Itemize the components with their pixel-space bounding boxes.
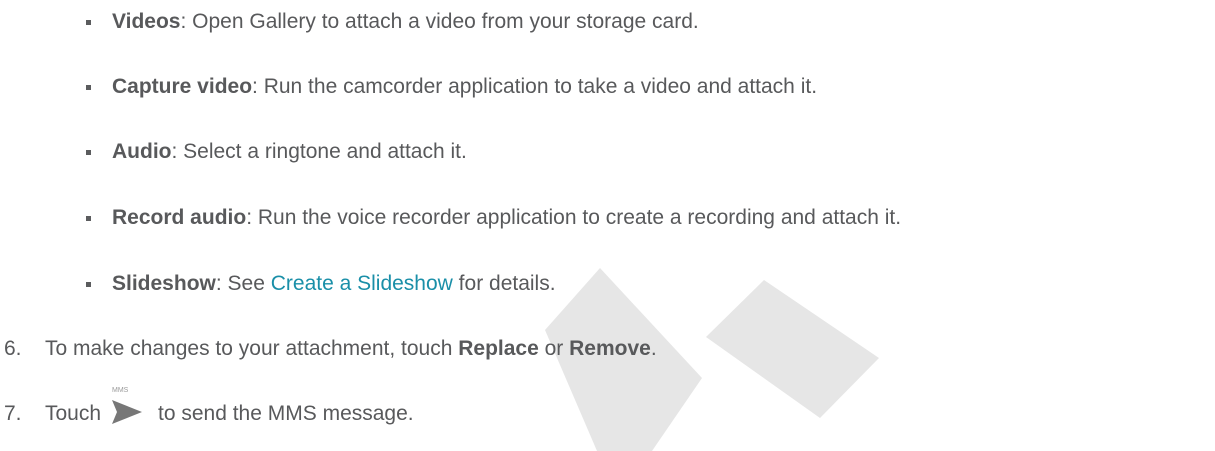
send-arrow-icon	[112, 400, 142, 424]
step-text-part: to send the MMS message.	[158, 402, 414, 425]
step-7: 7. Touch MMS to send the MMS message.	[0, 387, 1215, 449]
step-text-part: Touch	[45, 402, 102, 425]
bullet-marker	[86, 216, 91, 221]
step-text-part: To make changes to your attachment, touc…	[45, 337, 459, 360]
bullet-marker	[86, 282, 91, 287]
list-item-slideshow: Slideshow: See Create a Slideshow for de…	[112, 269, 556, 299]
bullet-marker	[86, 150, 91, 155]
bullet-title: Slideshow	[112, 272, 216, 295]
step-number: 7.	[4, 402, 22, 425]
bullet-title: Videos	[112, 10, 181, 33]
bullet-text: for details.	[452, 272, 556, 295]
mms-label: MMS	[112, 387, 129, 394]
bullet-text: : See	[215, 272, 271, 295]
list-item-audio: Audio: Select a ringtone and attach it.	[112, 137, 467, 167]
replace-label: Replace	[458, 337, 539, 360]
step-text-part: .	[650, 337, 657, 360]
bullet-title: Record audio	[112, 206, 247, 229]
list-item-record-audio: Record audio: Run the voice recorder app…	[112, 203, 901, 233]
create-slideshow-link[interactable]: Create a Slideshow	[271, 272, 453, 295]
list-item-capture-video: Capture video: Run the camcorder applica…	[112, 72, 817, 102]
send-icon: MMS	[108, 387, 148, 431]
step-number: 6.	[4, 337, 22, 360]
step-text: To make changes to your attachment, touc…	[45, 334, 657, 364]
bullet-marker	[86, 20, 91, 25]
step-text-part: or	[538, 337, 570, 360]
bullet-text: : Select a ringtone and attach it.	[171, 140, 467, 163]
step-6: 6. To make changes to your attachment, t…	[0, 334, 1215, 364]
remove-label: Remove	[569, 337, 651, 360]
bullet-title: Capture video	[112, 75, 253, 98]
bullet-marker	[86, 85, 91, 90]
bullet-text: : Run the voice recorder application to …	[246, 206, 902, 229]
bullet-title: Audio	[112, 140, 172, 163]
bullet-text: : Open Gallery to attach a video from yo…	[180, 10, 699, 33]
list-item-videos: Videos: Open Gallery to attach a video f…	[112, 7, 699, 37]
bullet-text: : Run the camcorder application to take …	[252, 75, 818, 98]
